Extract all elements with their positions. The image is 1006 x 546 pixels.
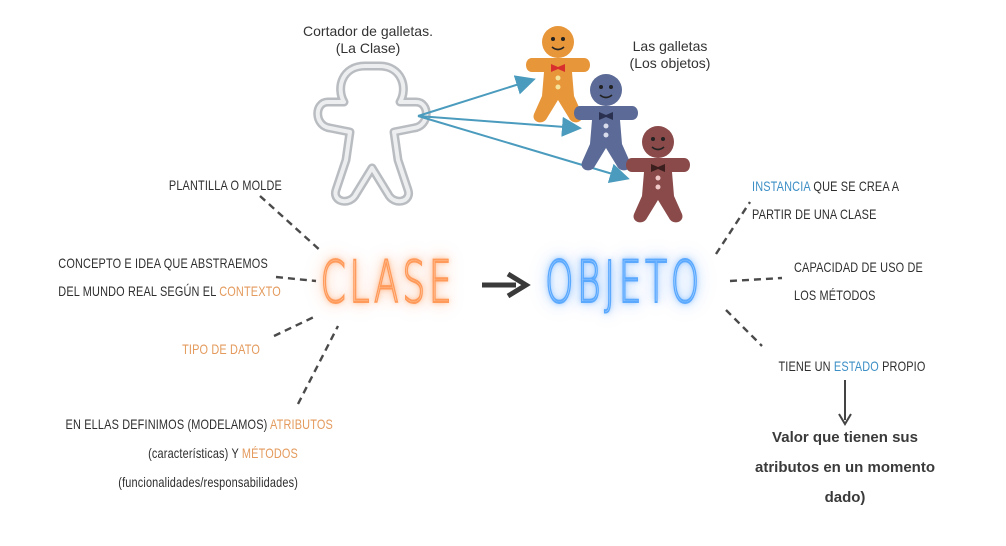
left-item-define-line3: (funcionalidades/responsabilidades)	[118, 474, 298, 490]
class-word: CLASE	[320, 247, 456, 317]
object-word: OBJETO	[544, 247, 703, 317]
cookies-caption: Las galletas (Los objetos)	[614, 38, 726, 72]
left-item-concept-line1: CONCEPTO E IDEA QUE ABSTRAEMOS	[58, 255, 268, 271]
attributes-highlight: ATRIBUTOS	[270, 416, 333, 432]
state-note: Valor que tienen sus atributos en un mom…	[730, 423, 960, 513]
right-item-instance-line2: PARTIR DE UNA CLASE	[752, 206, 877, 222]
state-note-line1: Valor que tienen sus	[772, 429, 918, 446]
context-highlight: CONTEXTO	[219, 283, 281, 299]
concept-text: DEL MUNDO REAL SEGÚN EL	[58, 283, 220, 299]
cutter-caption-line2: (La Clase)	[335, 40, 401, 56]
cutter-caption: Cortador de galletas. (La Clase)	[290, 23, 446, 57]
left-item-datatype: TIPO DE DATO	[182, 341, 260, 357]
cookies-caption-line2: (Los objetos)	[629, 55, 711, 71]
state-highlight: ESTADO	[833, 358, 879, 374]
left-item-define-line2: (características) Y MÉTODOS	[66, 439, 298, 468]
state-text-pre: TIENE UN	[778, 358, 834, 374]
state-note-line3: dado)	[824, 489, 866, 506]
right-item-methods: CAPACIDAD DE USO DE LOS MÉTODOS	[794, 253, 994, 309]
instance-highlight: INSTANCIA	[752, 178, 811, 194]
cookie-blue-icon	[574, 74, 638, 171]
left-item-concept: CONCEPTO E IDEA QUE ABSTRAEMOS DEL MUNDO…	[0, 249, 280, 305]
right-item-state: TIENE UN ESTADO PROPIO	[766, 358, 938, 374]
left-item-define: EN ELLAS DEFINIMOS (MODELAMOS) ATRIBUTOS…	[0, 410, 333, 497]
left-item-concept-line2: DEL MUNDO REAL SEGÚN EL CONTEXTO	[58, 277, 280, 305]
right-item-methods-line1: CAPACIDAD DE USO DE	[794, 259, 923, 275]
left-item-define-line1: EN ELLAS DEFINIMOS (MODELAMOS) ATRIBUTOS	[65, 410, 333, 439]
right-item-instance: INSTANCIA QUE SE CREA A PARTIR DE UNA CL…	[752, 172, 972, 228]
cookie-brown-icon	[626, 126, 690, 223]
left-item-template: PLANTILLA O MOLDE	[168, 177, 282, 193]
state-text-post: PROPIO	[878, 358, 926, 374]
instance-text: QUE SE CREA A	[810, 178, 900, 194]
cutter-caption-line1: Cortador de galletas.	[303, 23, 433, 39]
right-item-instance-line1: INSTANCIA QUE SE CREA A	[752, 172, 924, 200]
right-item-methods-line2: LOS MÉTODOS	[794, 287, 876, 303]
arrow-right-icon	[482, 271, 531, 299]
cookies-caption-line1: Las galletas	[632, 38, 708, 54]
methods-highlight: MÉTODOS	[241, 445, 298, 461]
state-note-line2: atributos en un momento	[755, 459, 935, 476]
cookie-cutter-icon	[313, 61, 431, 206]
define-text: EN ELLAS DEFINIMOS (MODELAMOS)	[65, 416, 271, 432]
arrow-down-icon	[838, 380, 852, 426]
characteristics-text: (características) Y	[148, 445, 242, 461]
